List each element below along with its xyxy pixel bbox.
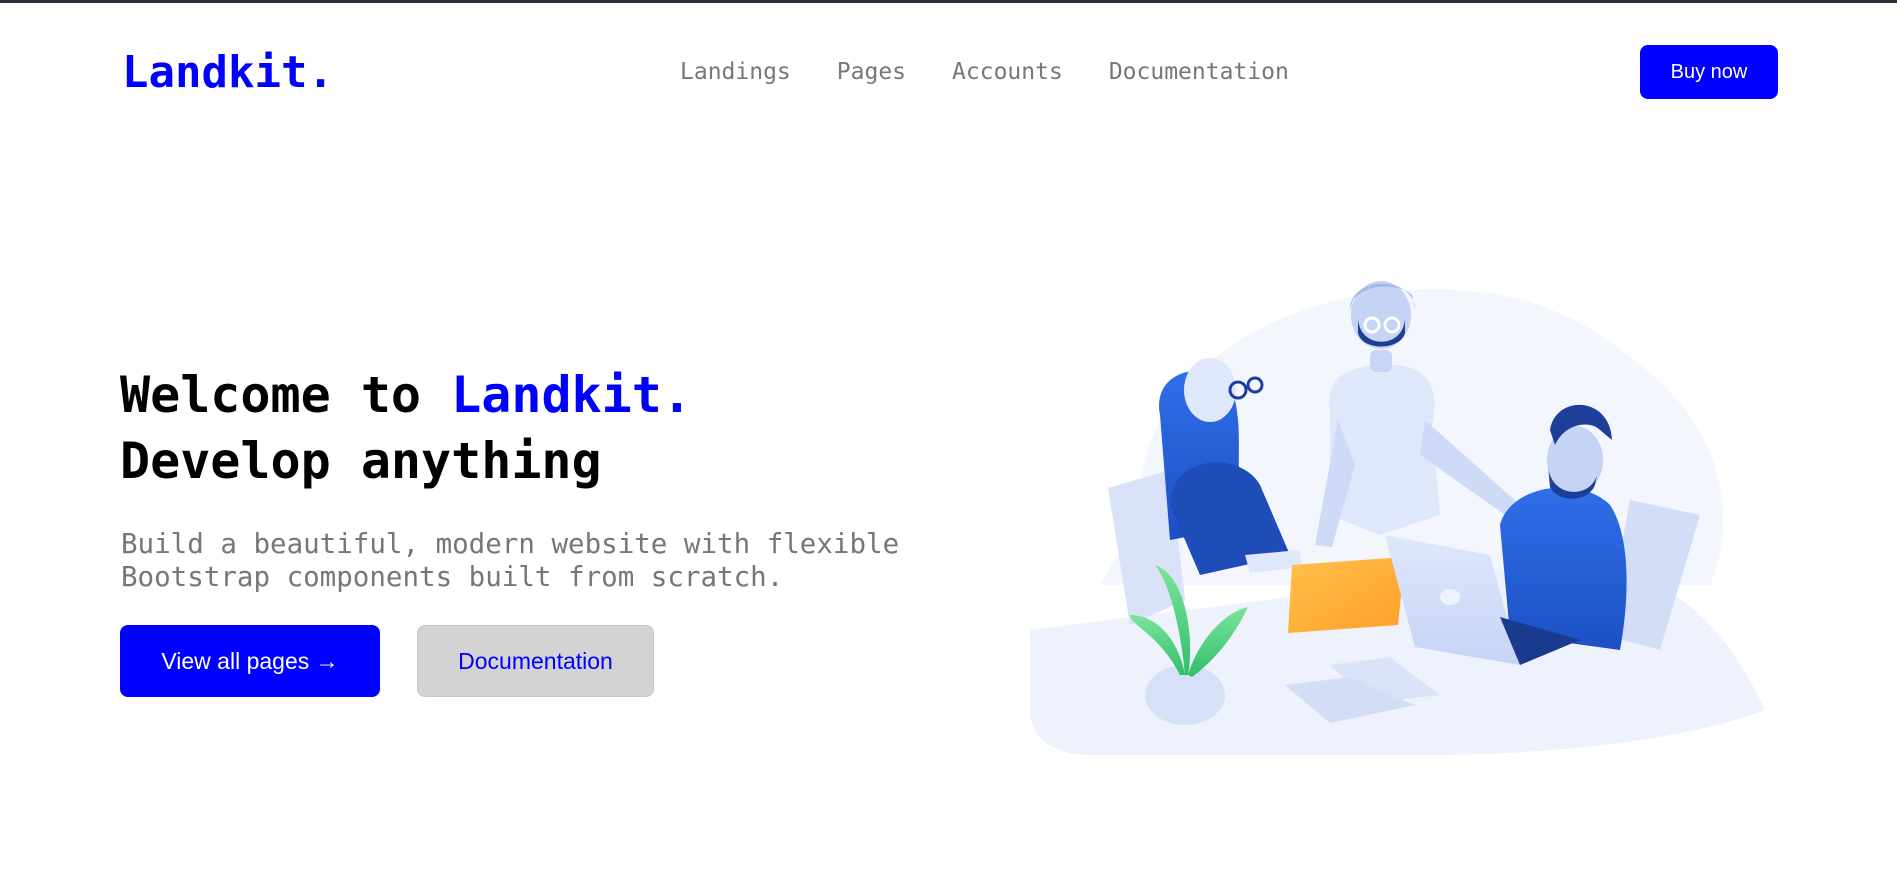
nav-link-documentation[interactable]: Documentation (1109, 59, 1289, 85)
hero-subtitle: Build a beautiful, modern website with f… (121, 528, 941, 594)
nav-link-pages[interactable]: Pages (837, 59, 906, 85)
nav-link-landings[interactable]: Landings (680, 59, 791, 85)
team-meeting-illustration (1030, 281, 1765, 755)
view-all-pages-button[interactable]: View all pages → (120, 625, 380, 697)
hero-title-prefix: Welcome to (120, 366, 452, 424)
hero-title-accent: Landkit. (451, 366, 692, 424)
hero-title-line2: Develop anything (120, 432, 602, 490)
brand-logo[interactable]: Landkit. (122, 47, 334, 98)
documentation-button[interactable]: Documentation (417, 625, 654, 697)
hero-title: Welcome to Landkit. Develop anything (120, 362, 692, 494)
hero-subtitle-line1: Build a beautiful, modern website with f… (121, 528, 900, 560)
nav-links: Landings Pages Accounts Documentation (680, 59, 1289, 85)
buy-now-button[interactable]: Buy now (1640, 45, 1778, 99)
orange-folder (1288, 557, 1405, 633)
navbar: Landkit. Landings Pages Accounts Documen… (0, 3, 1897, 139)
nav-link-accounts[interactable]: Accounts (952, 59, 1063, 85)
hero-subtitle-line2: Bootstrap components built from scratch. (121, 561, 784, 593)
